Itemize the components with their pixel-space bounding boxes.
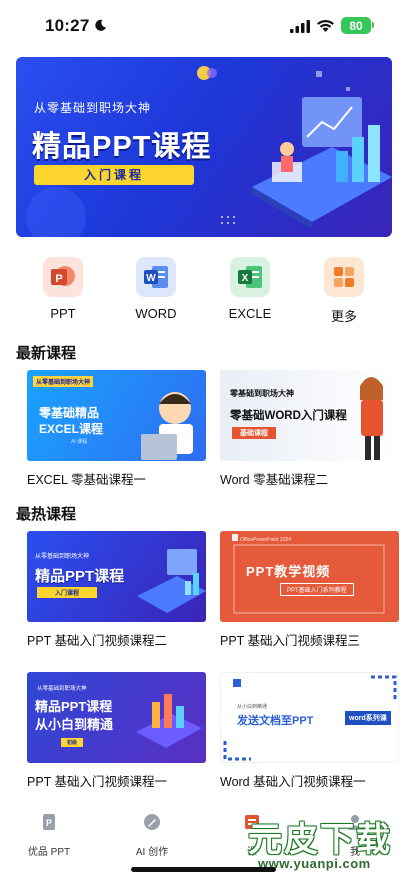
- thumb-text: 零基础到职场大神: [230, 389, 294, 398]
- word-app-icon: W: [136, 257, 176, 297]
- category-label: EXCLE: [228, 306, 272, 321]
- course-card[interactable]: 零基础到职场大神 零基础WORD入门课程 基础课程 Word 零基础课程二: [220, 370, 399, 488]
- svg-text:X: X: [242, 273, 249, 284]
- thumb-text: 从零基础到职场大神: [33, 376, 94, 387]
- thumb-text: 零基础WORD入门课程: [230, 410, 347, 422]
- banner-subtitle: 从零基础到职场大神: [34, 101, 152, 115]
- category-label: WORD: [135, 306, 177, 321]
- svg-text:P: P: [46, 818, 52, 828]
- ppt-app-icon: P: [43, 257, 83, 297]
- battery-indicator: 80: [341, 17, 371, 34]
- course-title: Word 基础入门视频课程一: [220, 775, 366, 789]
- home-indicator[interactable]: [131, 867, 276, 872]
- course-title: Word 零基础课程二: [220, 473, 329, 487]
- course-title: PPT 基础入门视频课程三: [220, 634, 361, 648]
- more-grid-icon: [324, 257, 364, 297]
- course-card[interactable]: 从小白到精通 发送文档至PPT word系列课 Word 基础入门视频课程一: [220, 672, 399, 790]
- cellular-signal-icon: [290, 20, 310, 33]
- course-card[interactable]: 从零基础到职场大神 精品PPT课程 入门课程 PPT 基础入门视频课程二: [27, 531, 206, 649]
- thumb-illustration: [360, 377, 383, 460]
- tab-premium-ppt[interactable]: P 优品 PPT: [9, 812, 89, 858]
- category-label: PPT: [50, 306, 76, 321]
- thumb-text: 从小白到精通: [237, 704, 268, 710]
- thumb-text: 精品PPT课程: [35, 568, 125, 585]
- course-title: PPT 基础入门视频课程二: [27, 634, 168, 648]
- section-title-latest: 最新课程: [16, 345, 77, 362]
- ppt-tab-icon: P: [43, 814, 55, 830]
- course-card[interactable]: 从零基础到职场大神 零基础精品 EXCEL课程 AI 课程 EXCEL 零基础课…: [27, 370, 206, 488]
- thumb-frame: [232, 534, 385, 614]
- thumb-illustration: [141, 392, 193, 460]
- thumb-text: 从零基础到职场大神: [37, 686, 87, 692]
- course-thumbnail: OfficePowerPoint 2024 PPT教学视频 PPT基础入门系列教…: [220, 531, 399, 622]
- svg-text:P: P: [55, 273, 62, 285]
- ai-brush-icon: [144, 814, 160, 830]
- category-label: 更多: [330, 309, 357, 324]
- svg-text:W: W: [146, 273, 156, 284]
- tab-ai-create[interactable]: AI 创作: [112, 812, 192, 858]
- watermark-text: 元皮下载: [248, 821, 392, 859]
- tab-label: 优品 PPT: [27, 847, 71, 858]
- category-more[interactable]: 更多: [314, 257, 374, 325]
- course-title: PPT 基础入门视频课程一: [27, 775, 168, 789]
- thumb-text: 发送文档至PPT: [237, 715, 314, 727]
- wifi-icon: [317, 19, 334, 32]
- thumb-text: 从零基础到职场大神: [35, 554, 90, 560]
- course-thumbnail: 从零基础到职场大神 精品PPT课程 从小白到精通 初级: [27, 672, 206, 763]
- thumb-text: 入门课程: [37, 587, 98, 598]
- battery-level: 80: [349, 18, 363, 33]
- excel-app-icon: X: [230, 257, 270, 297]
- thumb-text: 精品PPT课程: [35, 699, 113, 714]
- category-ppt[interactable]: P PPT: [33, 257, 93, 321]
- thumb-illustration: [137, 549, 206, 613]
- thumb-text: 初级: [61, 738, 84, 747]
- tab-label: AI 创作: [135, 847, 169, 858]
- thumb-text: EXCEL课程: [39, 422, 104, 436]
- category-word[interactable]: W WORD: [126, 257, 186, 321]
- banner-title: 精品PPT课程: [32, 131, 212, 163]
- category-excel[interactable]: X EXCLE: [220, 257, 280, 321]
- course-thumbnail: 零基础到职场大神 零基础WORD入门课程 基础课程: [220, 370, 399, 461]
- status-time: 10:27: [45, 16, 90, 35]
- moon-icon: [95, 19, 107, 31]
- thumb-text: 零基础精品: [39, 406, 100, 420]
- banner-button[interactable]: 入门课程: [34, 165, 194, 185]
- thumb-text: 基础课程: [232, 427, 276, 439]
- battery-tip: [372, 22, 374, 28]
- course-thumbnail: 从零基础到职场大神 精品PPT课程 入门课程: [27, 531, 206, 622]
- promo-banner[interactable]: 从零基础到职场大神 精品PPT课程 入门课程: [16, 57, 392, 237]
- thumb-text: 从小白到精通: [35, 717, 114, 732]
- thumb-text: AI 课程: [71, 439, 88, 445]
- thumb-text: word系列课: [345, 711, 391, 725]
- course-thumbnail: 从零基础到职场大神 零基础精品 EXCEL课程 AI 课程: [27, 370, 206, 461]
- course-card[interactable]: 从零基础到职场大神 精品PPT课程 从小白到精通 初级 PPT 基础入门视频课程…: [27, 672, 206, 790]
- thumb-illustration: [136, 694, 202, 748]
- section-title-hottest: 最热课程: [16, 506, 77, 523]
- status-bar: 10:27 80: [0, 0, 407, 52]
- course-thumbnail: 从小白到精通 发送文档至PPT word系列课: [220, 672, 399, 763]
- banner-illustration: [220, 97, 392, 229]
- course-title: EXCEL 零基础课程一: [27, 473, 147, 487]
- course-card[interactable]: OfficePowerPoint 2024 PPT教学视频 PPT基础入门系列教…: [220, 531, 399, 649]
